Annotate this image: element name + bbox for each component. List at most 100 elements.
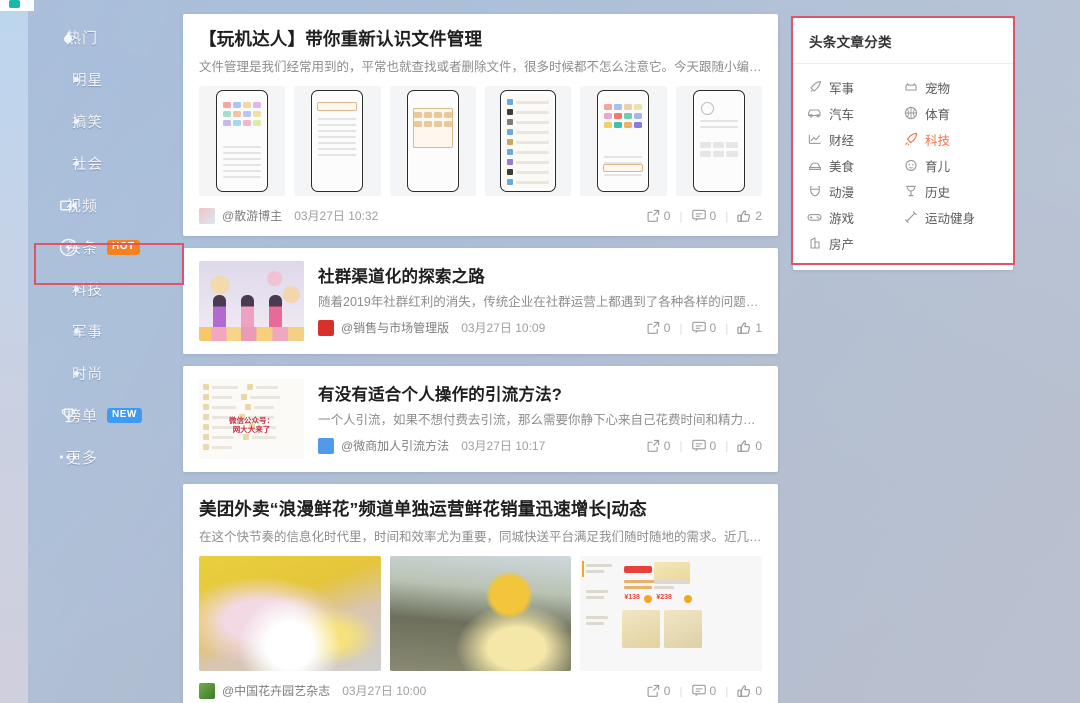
share-icon	[647, 321, 659, 334]
category-item-technology[interactable]: 科技	[903, 126, 999, 152]
sidebar-item-video[interactable]: 视频	[28, 184, 183, 226]
sidebar-item-fashion[interactable]: 时尚	[28, 352, 183, 394]
article-thumbnail[interactable]	[580, 86, 667, 197]
category-label: 体育	[925, 107, 951, 122]
sidebar-item-hot[interactable]: 热门	[28, 16, 183, 58]
category-item-history[interactable]: 历史	[903, 178, 999, 204]
share-stat[interactable]: 0	[647, 684, 670, 698]
article-title: 美团外卖“浪漫鲜花”频道单独运营鲜花销量迅速增长|动态	[199, 499, 647, 520]
category-label: 宠物	[925, 81, 951, 96]
category-item-food[interactable]: 美食	[807, 152, 903, 178]
article-card[interactable]: 【玩机达人】带你重新认识文件管理 文件管理是我们经常用到的，平常也就查找或者删除…	[183, 14, 778, 237]
category-item-fitness[interactable]: 运动健身	[903, 204, 999, 230]
comment-stat[interactable]: 0	[691, 438, 717, 453]
article-author[interactable]: @微商加人引流方法	[341, 437, 449, 454]
share-icon	[647, 209, 659, 223]
article-date: 03月27日 10:32	[294, 209, 379, 224]
category-item-pets[interactable]: 宠物	[903, 74, 999, 100]
article-thumbnail[interactable]	[294, 86, 381, 197]
category-item-sports[interactable]: 体育	[903, 100, 999, 126]
comment-count: 0	[709, 208, 717, 223]
divider: |	[725, 320, 729, 335]
category-item-games[interactable]: 游戏	[807, 204, 903, 230]
sidebar-item-more[interactable]: 更多	[28, 436, 183, 478]
flame-icon	[58, 27, 78, 47]
share-stat[interactable]: 0	[647, 321, 670, 335]
article-card[interactable]: 美团外卖“浪漫鲜花”频道单独运营鲜花销量迅速增长|动态 在这个快节奏的信息化时代…	[183, 484, 778, 703]
comment-icon	[691, 321, 706, 334]
divider: |	[679, 683, 683, 698]
like-count: 1	[755, 320, 762, 335]
divider: |	[725, 208, 729, 223]
article-title: 有没有适合个人操作的引流方法?	[318, 386, 563, 405]
like-stat[interactable]: 0	[737, 439, 762, 453]
missile-icon	[807, 80, 822, 95]
dot-icon	[71, 326, 81, 336]
thumbs-up-icon	[737, 684, 751, 697]
article-stats: 0 | 0 | 1	[647, 321, 762, 335]
share-stat[interactable]: 0	[647, 438, 671, 453]
like-stat[interactable]: 0	[737, 684, 762, 698]
comment-count: 0	[709, 438, 717, 453]
sidebar-item-toutiao[interactable]: 头条 HOT	[28, 226, 183, 268]
article-author[interactable]: @散游博主	[222, 207, 282, 224]
article-author[interactable]: @中国花卉园艺杂志	[222, 682, 330, 699]
article-thumbnail[interactable]	[675, 86, 762, 197]
dot-icon	[71, 74, 81, 84]
category-item-finance[interactable]: 财经	[807, 126, 903, 152]
article-thumbnail[interactable]	[389, 86, 476, 197]
bear-icon	[807, 184, 822, 199]
category-label: 运动健身	[925, 211, 976, 226]
gamepad-icon	[807, 210, 822, 225]
category-item-anime[interactable]: 动漫	[807, 178, 903, 204]
category-item-realestate[interactable]: 房产	[807, 230, 903, 256]
article-thumbnail[interactable]: 微信公众号： 网大大来了	[199, 379, 304, 460]
dot-icon	[71, 158, 81, 168]
article-description: 文件管理是我们经常用到的，平常也就查找或者删除文件，很多时候都不怎么注意它。今天…	[199, 59, 762, 74]
article-thumbnail[interactable]	[389, 556, 572, 672]
sidebar-item-funny[interactable]: 搞笑	[28, 100, 183, 142]
sidebar-item-ranking[interactable]: 榜单 NEW	[28, 394, 183, 436]
chart-line-icon	[807, 132, 822, 147]
article-author[interactable]: @销售与市场管理版	[341, 319, 449, 336]
comment-stat[interactable]: 0	[691, 321, 716, 335]
category-item-military[interactable]: 军事	[807, 74, 903, 100]
share-count: 0	[663, 438, 671, 453]
comment-count: 0	[709, 683, 717, 698]
building-icon	[807, 236, 822, 251]
like-count: 0	[755, 438, 762, 453]
category-item-autos[interactable]: 汽车	[807, 100, 903, 126]
divider: |	[679, 320, 683, 335]
article-thumbnail-gallery	[199, 86, 762, 197]
article-card[interactable]: 微信公众号： 网大大来了 有没有适合个人操作的引流方法? 一个人引流，如果不想付费…	[183, 366, 778, 473]
like-stat[interactable]: 2	[737, 209, 762, 223]
category-label: 历史	[925, 185, 951, 200]
basketball-icon	[903, 106, 918, 121]
article-thumbnail[interactable]	[484, 86, 572, 197]
sidebar-item-celebrity[interactable]: 明星	[28, 58, 183, 100]
lightning-circle-icon	[58, 237, 78, 257]
comment-stat[interactable]: 0	[691, 683, 717, 698]
comment-stat[interactable]: 0	[691, 208, 717, 223]
comment-icon	[691, 209, 706, 222]
article-thumbnail[interactable]: ¥138 ¥238	[580, 556, 763, 672]
baby-icon	[903, 158, 918, 173]
share-stat[interactable]: 0	[647, 209, 670, 223]
category-item-parenting[interactable]: 育儿	[903, 152, 999, 178]
article-card[interactable]: 社群渠道化的探索之路 随着2019年社群红利的消失，传统企业在社群运营上都遇到了…	[183, 248, 778, 355]
article-thumbnail[interactable]	[199, 261, 304, 342]
article-stats: 0 | 0 | 0	[647, 684, 762, 698]
category-label: 科技	[925, 133, 951, 148]
sidebar-item-technology[interactable]: 科技	[28, 268, 183, 310]
promo-price-1: ¥138	[624, 594, 640, 602]
comment-icon	[691, 439, 706, 452]
status-badge-hot: HOT	[107, 239, 140, 255]
ellipsis-icon	[58, 447, 78, 467]
article-thumbnail[interactable]	[199, 556, 381, 672]
like-stat[interactable]: 1	[737, 321, 762, 335]
sidebar-item-military[interactable]: 军事	[28, 310, 183, 352]
category-grid: 军事 宠物 汽车 体育 财经 科技 美食 育儿 动漫 历史 游戏 运动健身 房产	[793, 64, 1013, 270]
category-label: 动漫	[829, 185, 855, 200]
article-thumbnail[interactable]	[199, 86, 286, 197]
sidebar-item-society[interactable]: 社会	[28, 142, 183, 184]
